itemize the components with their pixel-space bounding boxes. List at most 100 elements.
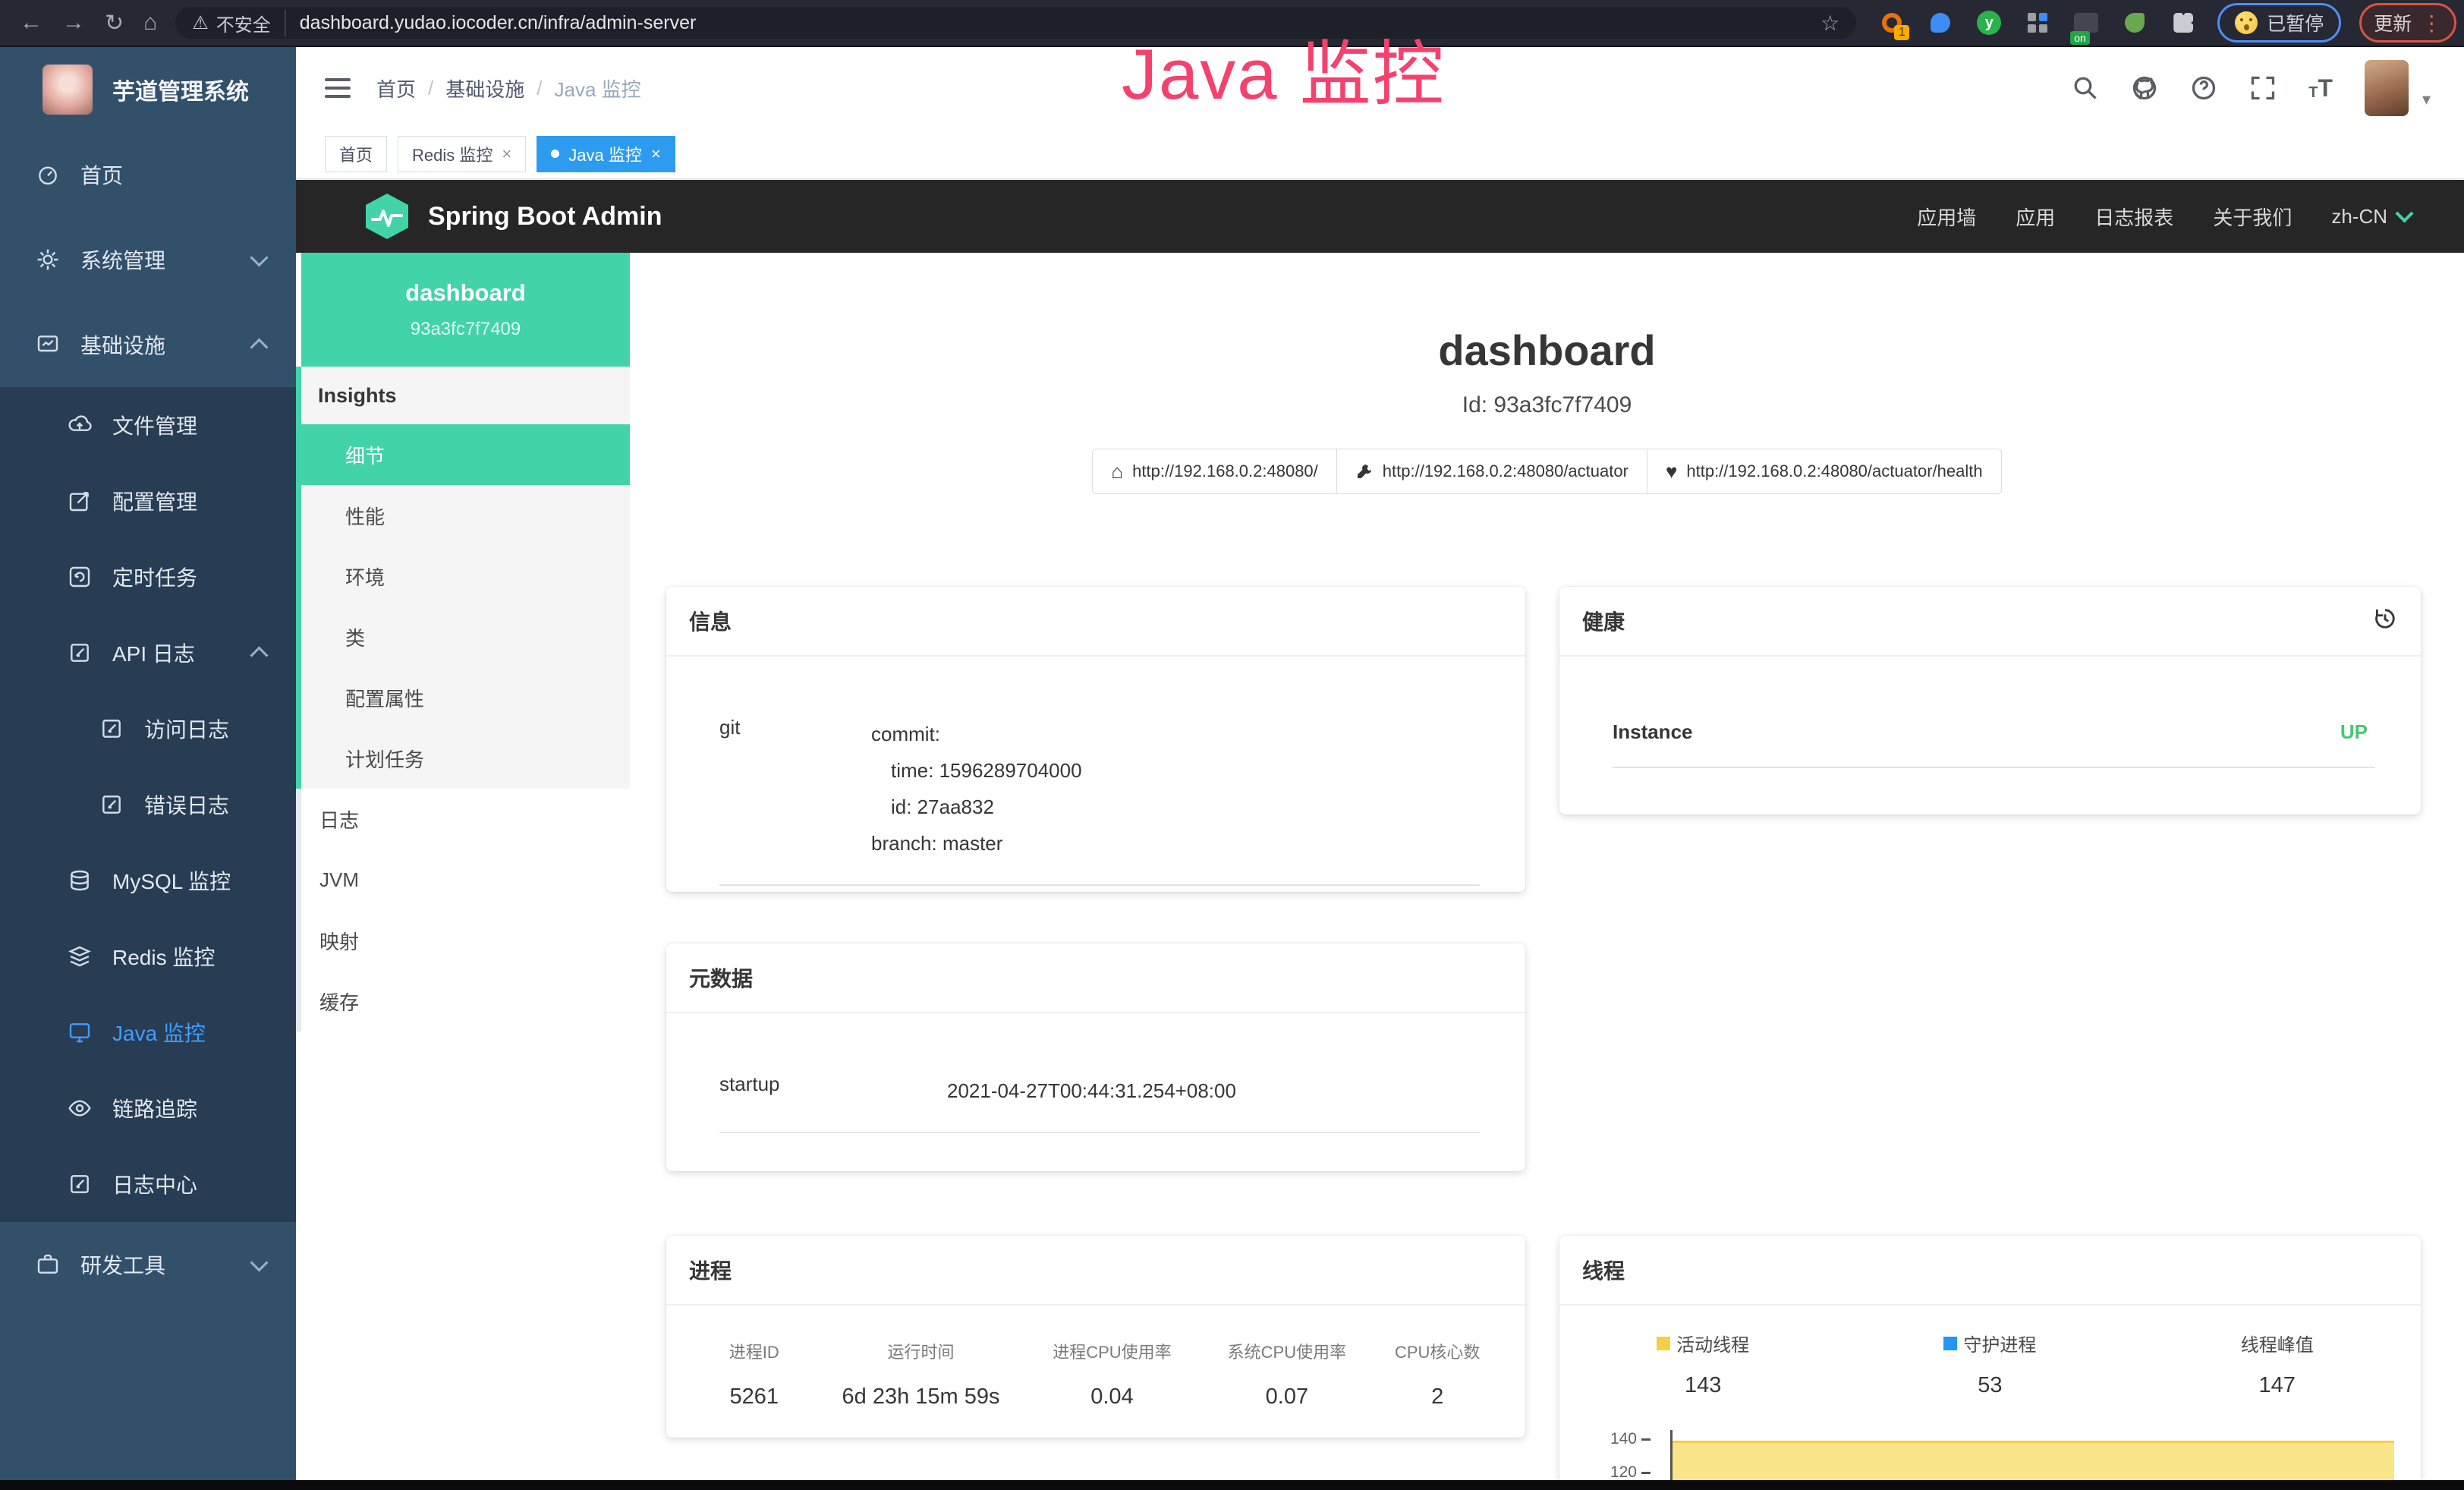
sidebar-item-mysql[interactable]: MySQL 监控: [0, 843, 296, 918]
sba-nav-links: 应用墙 应用 日志报表 关于我们 zh-CN: [1917, 203, 2464, 231]
instance-header[interactable]: dashboard 93a3fc7f7409: [296, 253, 630, 367]
metadata-startup-label: startup: [719, 1073, 947, 1109]
sidebar-item-home[interactable]: 首页: [0, 132, 296, 217]
extension-ring-icon[interactable]: 1: [1877, 8, 1906, 37]
fullscreen-icon[interactable]: [2249, 74, 2277, 102]
log-edit-icon: [99, 792, 124, 817]
insights-group-label: Insights: [301, 367, 630, 424]
spring-boot-admin-logo[interactable]: [363, 192, 411, 241]
history-icon[interactable]: [2372, 606, 2398, 637]
sidebar-logo-row[interactable]: 芋道管理系统: [0, 47, 296, 132]
sba-locale-select[interactable]: zh-CN: [2331, 205, 2411, 228]
extension-on-badge: on: [2070, 31, 2090, 45]
y-tick-120: 120: [1610, 1463, 1637, 1480]
threads-card-title: 线程: [1559, 1236, 2421, 1306]
sidebar-item-dev-tools[interactable]: 研发工具: [0, 1222, 296, 1307]
timer-icon: [67, 564, 93, 590]
home-icon: ⌂: [1111, 460, 1123, 484]
browser-home-icon[interactable]: ⌂: [143, 10, 157, 36]
sba-nav-wallboard[interactable]: 应用墙: [1917, 203, 1976, 231]
threads-card: 线程 活动线程 143 守护进程 53 线程峰值 147: [1559, 1236, 2421, 1480]
bookmark-star-icon[interactable]: ☆: [1820, 11, 1839, 36]
reload-icon[interactable]: ↻: [105, 10, 124, 36]
user-avatar[interactable]: [2365, 60, 2409, 116]
sidebar-item-log-center[interactable]: 日志中心: [0, 1146, 296, 1222]
actuator-url-button[interactable]: http://192.168.0.2:48080/actuator: [1336, 449, 1647, 494]
breadcrumb-infra[interactable]: 基础设施: [445, 74, 524, 102]
avatar-caret-icon[interactable]: ▾: [2422, 90, 2431, 109]
text-size-icon[interactable]: TT: [2308, 76, 2333, 100]
sidebar-item-redis[interactable]: Redis 监控: [0, 918, 296, 994]
sba-menu-logs[interactable]: 日志: [301, 789, 630, 849]
sba-menu-classes[interactable]: 类: [301, 606, 630, 667]
sidebar-item-api-log[interactable]: API 日志: [0, 615, 296, 691]
sba-menu-mappings[interactable]: 映射: [301, 910, 630, 971]
dashboard-icon: [35, 162, 61, 187]
kebab-menu-icon[interactable]: ⋮: [2421, 11, 2442, 36]
sba-nav-about[interactable]: 关于我们: [2213, 203, 2292, 231]
row-divider: [1613, 767, 2375, 768]
process-uptime: 6d 23h 15m 59s: [820, 1384, 1023, 1410]
daemon-threads-swatch: [1943, 1337, 1957, 1350]
log-edit-icon: [67, 1171, 93, 1197]
forward-icon[interactable]: →: [62, 10, 85, 36]
close-icon[interactable]: ×: [651, 144, 661, 164]
sidebar-item-error-log[interactable]: 错误日志: [0, 767, 296, 843]
sba-menu-scheduled-tasks[interactable]: 计划任务: [301, 728, 630, 789]
back-icon[interactable]: ←: [20, 10, 42, 36]
tag-redis-monitor[interactable]: Redis 监控 ×: [398, 136, 526, 172]
info-card: 信息 git commit: time: 1596289704000 id: 2…: [666, 587, 1525, 892]
extension-green-icon[interactable]: y: [1975, 8, 2003, 37]
help-icon[interactable]: [2190, 74, 2217, 102]
sidebar-item-config-mgmt[interactable]: 配置管理: [0, 463, 296, 539]
info-git-label: git: [719, 716, 871, 862]
sidebar-item-file-mgmt[interactable]: 文件管理: [0, 387, 296, 463]
sidebar-item-system[interactable]: 系统管理: [0, 217, 296, 302]
sidebar-item-access-log[interactable]: 访问日志: [0, 691, 296, 767]
sidebar: 芋道管理系统 首页 系统管理 基础设施 文件管理: [0, 47, 296, 1480]
sba-menu-config-props[interactable]: 配置属性: [301, 667, 630, 728]
puzzle-icon[interactable]: [2169, 8, 2198, 37]
search-icon[interactable]: [2072, 74, 2099, 102]
sidebar-item-scheduled-jobs[interactable]: 定时任务: [0, 539, 296, 615]
chevron-down-icon: [2395, 204, 2413, 222]
sba-menu-caches[interactable]: 缓存: [301, 971, 630, 1032]
database-icon: [67, 868, 93, 893]
extension-grid-icon[interactable]: [2023, 8, 2052, 37]
sba-nav-journal[interactable]: 日志报表: [2094, 203, 2173, 231]
sba-brand[interactable]: Spring Boot Admin: [428, 202, 662, 232]
health-instance-row[interactable]: Instance UP: [1559, 657, 2421, 744]
health-card: 健康 Instance UP: [1559, 587, 2421, 814]
address-bar[interactable]: ⚠ 不安全 dashboard.yudao.iocoder.cn/infra/a…: [175, 7, 1856, 39]
close-icon[interactable]: ×: [502, 144, 511, 164]
tag-home[interactable]: 首页: [325, 136, 387, 172]
paused-pill[interactable]: 已暂停: [2217, 3, 2341, 43]
service-url-button[interactable]: ⌂ http://192.168.0.2:48080/: [1092, 449, 1336, 494]
sba-menu-details[interactable]: 细节: [301, 424, 630, 485]
url-text[interactable]: dashboard.yudao.iocoder.cn/infra/admin-s…: [300, 12, 1811, 34]
metadata-startup-value: 2021-04-27T00:44:31.254+08:00: [947, 1073, 1236, 1109]
sidebar-item-tracing[interactable]: 链路追踪: [0, 1070, 296, 1146]
sba-menu-metrics[interactable]: 性能: [301, 485, 630, 546]
infra-icon: [35, 332, 61, 358]
tags-bar: 首页 Redis 监控 × Java 监控 ×: [296, 129, 2464, 179]
extension-switch-icon[interactable]: on: [2072, 8, 2101, 37]
update-button[interactable]: 更新 ⋮: [2359, 3, 2456, 43]
security-label: 不安全: [216, 10, 286, 36]
sidebar-item-infra[interactable]: 基础设施: [0, 302, 296, 387]
github-icon[interactable]: [2131, 74, 2158, 102]
tag-java-monitor[interactable]: Java 监控 ×: [537, 136, 675, 172]
sidebar-item-java-monitor[interactable]: Java 监控: [0, 994, 296, 1070]
metadata-startup-row: startup 2021-04-27T00:44:31.254+08:00: [666, 1013, 1525, 1109]
extension-pin-icon[interactable]: [1926, 8, 1955, 37]
info-git-value: commit: time: 1596289704000 id: 27aa832 …: [871, 716, 1082, 862]
process-table-headers: 进程ID 运行时间 进程CPU使用率 系统CPU使用率 CPU核心数: [666, 1339, 1525, 1363]
process-cpu: 0.04: [1023, 1384, 1202, 1410]
sba-menu-environment[interactable]: 环境: [301, 546, 630, 606]
hamburger-icon[interactable]: [325, 78, 351, 98]
breadcrumb-home[interactable]: 首页: [376, 74, 416, 102]
sba-menu-jvm[interactable]: JVM: [301, 849, 630, 910]
sba-nav-applications[interactable]: 应用: [2016, 203, 2055, 231]
extension-leaf-icon[interactable]: [2120, 8, 2149, 37]
health-url-button[interactable]: ♥ http://192.168.0.2:48080/actuator/heal…: [1647, 449, 2002, 494]
